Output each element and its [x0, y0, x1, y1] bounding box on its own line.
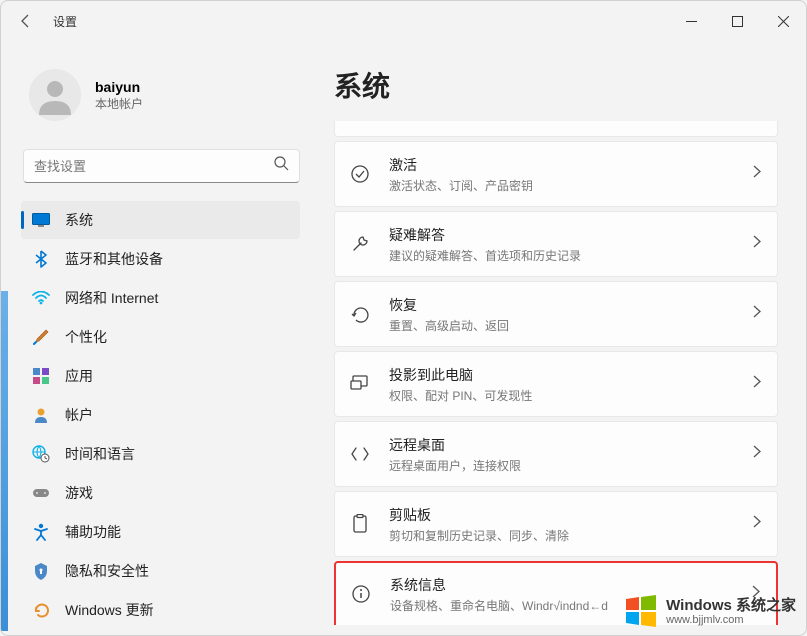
accessibility-icon: [31, 522, 51, 542]
card-subtitle: 远程桌面用户，连接权限: [389, 457, 753, 474]
card-remote-desktop[interactable]: 远程桌面 远程桌面用户，连接权限: [334, 421, 778, 487]
chevron-right-icon: [753, 375, 761, 393]
nav-item-personalization[interactable]: 个性化: [21, 318, 300, 356]
nav-label: 网络和 Internet: [65, 288, 158, 308]
apps-icon: [31, 366, 51, 386]
nav-item-network[interactable]: 网络和 Internet: [21, 279, 300, 317]
card-subtitle: 权限、配对 PIN、可发现性: [389, 387, 753, 404]
watermark-brand: Windows 系统之家: [666, 598, 796, 615]
nav-label: 隐私和安全性: [65, 561, 149, 581]
nav-label: Windows 更新: [65, 600, 154, 620]
person-icon: [35, 75, 75, 115]
gamepad-icon: [31, 483, 51, 503]
nav-item-apps[interactable]: 应用: [21, 357, 300, 395]
card-title: 系统信息: [390, 575, 752, 595]
sidebar: baiyun 本地帐户 系统 蓝牙和其他设备: [1, 41, 306, 635]
display-icon: [31, 210, 51, 230]
info-icon: [350, 583, 372, 605]
nav-item-gaming[interactable]: 游戏: [21, 474, 300, 512]
card-subtitle: 建议的疑难解答、首选项和历史记录: [389, 247, 753, 264]
card-troubleshoot[interactable]: 疑难解答 建议的疑难解答、首选项和历史记录: [334, 211, 778, 277]
card-title: 投影到此电脑: [389, 365, 753, 385]
nav-item-bluetooth[interactable]: 蓝牙和其他设备: [21, 240, 300, 278]
windows-logo-icon: [622, 593, 660, 631]
nav-item-system[interactable]: 系统: [21, 201, 300, 239]
nav-list: 系统 蓝牙和其他设备 网络和 Internet 个性化 应用: [21, 201, 306, 629]
card-activation[interactable]: 激活 激活状态、订阅、产品密钥: [334, 141, 778, 207]
nav-item-windows-update[interactable]: Windows 更新: [21, 591, 300, 629]
paintbrush-icon: [31, 327, 51, 347]
card-partial-top[interactable]: [334, 121, 778, 137]
nav-label: 个性化: [65, 327, 107, 347]
card-title: 剪贴板: [389, 505, 753, 525]
minimize-icon: [686, 16, 697, 27]
close-button[interactable]: [760, 6, 806, 36]
minimize-button[interactable]: [668, 6, 714, 36]
nav-label: 时间和语言: [65, 444, 135, 464]
card-title: 远程桌面: [389, 435, 753, 455]
card-subtitle: 剪切和复制历史记录、同步、清除: [389, 527, 753, 544]
chevron-right-icon: [753, 235, 761, 253]
nav-label: 应用: [65, 366, 93, 386]
nav-label: 辅助功能: [65, 522, 121, 542]
chevron-right-icon: [753, 165, 761, 183]
nav-label: 系统: [65, 210, 93, 230]
wrench-icon: [349, 233, 371, 255]
nav-label: 帐户: [65, 405, 93, 425]
account-icon: [31, 405, 51, 425]
shield-icon: [31, 561, 51, 581]
nav-item-privacy[interactable]: 隐私和安全性: [21, 552, 300, 590]
watermark: Windows 系统之家 www.bjjmlv.com: [622, 593, 796, 631]
remote-icon: [349, 443, 371, 465]
user-name: baiyun: [95, 79, 143, 95]
nav-label: 游戏: [65, 483, 93, 503]
card-title: 恢复: [389, 295, 753, 315]
search-box[interactable]: [23, 149, 300, 183]
card-title: 疑难解答: [389, 225, 753, 245]
recovery-icon: [349, 303, 371, 325]
maximize-icon: [732, 16, 743, 27]
search-icon: [274, 156, 289, 176]
clipboard-icon: [349, 513, 371, 535]
card-subtitle: 激活状态、订阅、产品密钥: [389, 177, 753, 194]
card-project[interactable]: 投影到此电脑 权限、配对 PIN、可发现性: [334, 351, 778, 417]
project-icon: [349, 373, 371, 395]
chevron-right-icon: [753, 305, 761, 323]
back-button[interactable]: [11, 6, 41, 36]
card-clipboard[interactable]: 剪贴板 剪切和复制历史记录、同步、清除: [334, 491, 778, 557]
maximize-button[interactable]: [714, 6, 760, 36]
avatar: [29, 69, 81, 121]
bluetooth-icon: [31, 249, 51, 269]
search-input[interactable]: [34, 159, 274, 174]
nav-item-accounts[interactable]: 帐户: [21, 396, 300, 434]
nav-item-time-language[interactable]: 时间和语言: [21, 435, 300, 473]
check-circle-icon: [349, 163, 371, 185]
card-title: 激活: [389, 155, 753, 175]
nav-label: 蓝牙和其他设备: [65, 249, 163, 269]
desktop-edge-strip: [1, 291, 8, 631]
page-title: 系统: [334, 65, 778, 105]
user-subtitle: 本地帐户: [95, 95, 143, 112]
main-pane: 系统 激活 激活状态、订阅、产品密钥 疑难解答 建议的疑难解答、首选项和历史记录: [306, 41, 806, 635]
wifi-icon: [31, 288, 51, 308]
close-icon: [778, 16, 789, 27]
card-subtitle: 重置、高级启动、返回: [389, 317, 753, 334]
update-icon: [31, 600, 51, 620]
nav-item-accessibility[interactable]: 辅助功能: [21, 513, 300, 551]
card-recovery[interactable]: 恢复 重置、高级启动、返回: [334, 281, 778, 347]
chevron-right-icon: [753, 445, 761, 463]
arrow-left-icon: [18, 13, 34, 29]
globe-clock-icon: [31, 444, 51, 464]
titlebar: 设置: [1, 1, 806, 41]
window-title: 设置: [53, 13, 77, 30]
chevron-right-icon: [753, 515, 761, 533]
user-profile[interactable]: baiyun 本地帐户: [21, 51, 306, 139]
watermark-url: www.bjjmlv.com: [666, 614, 796, 626]
